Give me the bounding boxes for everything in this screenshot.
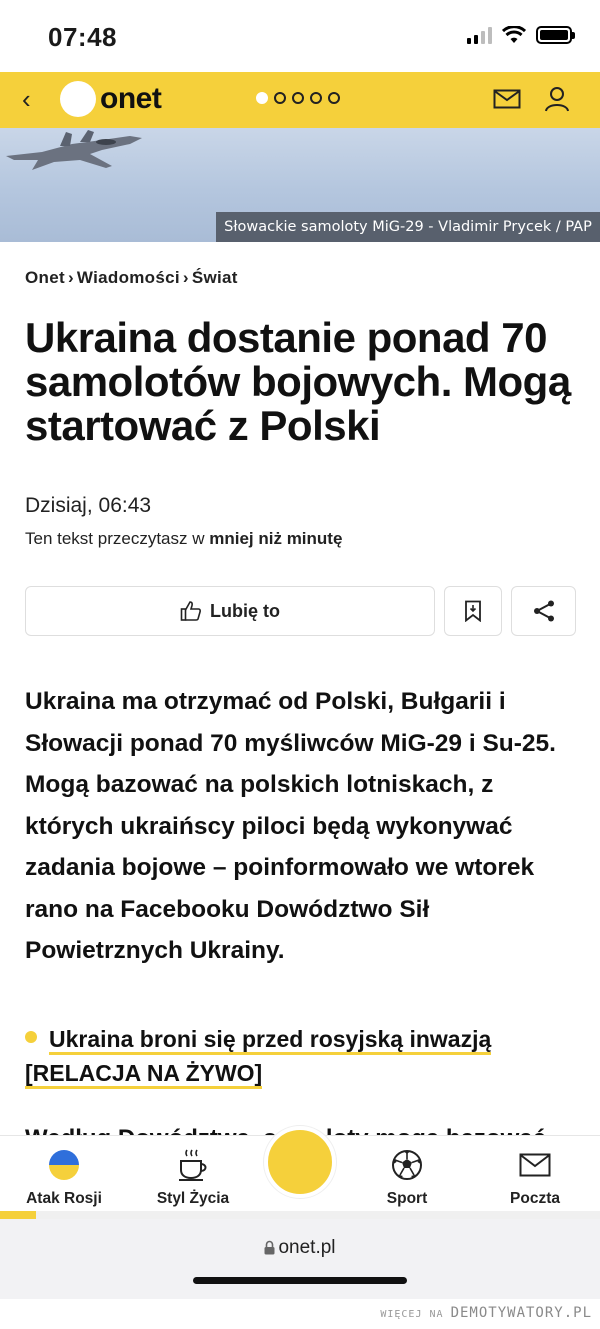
home-indicator[interactable] <box>193 1277 407 1284</box>
nav-label: Atak Rosji <box>26 1190 102 1207</box>
nav-label: Sport <box>386 1190 428 1207</box>
nav-item-atak-rosji[interactable]: Atak Rosji <box>4 1148 124 1208</box>
watermark-site: DEMOTYWATORY.PL <box>450 1305 592 1321</box>
thumbs-up-icon <box>180 601 201 621</box>
hero-image[interactable]: Słowackie samoloty MiG-29 - Vladimir Pry… <box>0 128 600 242</box>
status-icons <box>467 26 575 44</box>
browser-url-bar[interactable]: onet.pl <box>0 1219 600 1299</box>
mail-icon[interactable] <box>493 89 521 109</box>
breadcrumb-separator: › <box>182 268 189 287</box>
status-bar: 07:48 <box>0 0 600 72</box>
nav-item-styl-zycia[interactable]: Styl Życia <box>133 1148 253 1208</box>
url-display[interactable]: onet.pl <box>0 1237 600 1259</box>
url-text: onet.pl <box>278 1237 336 1258</box>
bookmark-button[interactable] <box>444 586 502 636</box>
breadcrumb-item-wiadomosci[interactable]: Wiadomości <box>77 268 180 287</box>
read-time-prefix: Ten tekst przeczytasz w <box>25 529 210 548</box>
read-time: Ten tekst przeczytasz w mniej niż minutę <box>25 529 342 549</box>
lock-icon <box>264 1240 275 1255</box>
breadcrumb-separator: › <box>67 268 74 287</box>
wifi-icon <box>502 26 526 43</box>
article-title: Ukraina dostanie ponad 70 samolotów bojo… <box>25 314 571 449</box>
like-button[interactable]: Lubię to <box>25 586 435 636</box>
nav-label: Styl Życia <box>156 1190 230 1207</box>
share-button[interactable] <box>511 586 576 636</box>
bottom-nav: Atak Rosji Styl Życia Sport Poczta <box>0 1126 600 1211</box>
bookmark-icon <box>465 600 481 622</box>
like-label: Lubię to <box>210 600 280 621</box>
status-time: 07:48 <box>48 22 117 52</box>
breadcrumb-item-onet[interactable]: Onet <box>25 268 65 287</box>
logo-text: onet <box>100 82 162 115</box>
read-time-value: mniej niż minutę <box>209 529 343 548</box>
onet-logo[interactable]: onet <box>60 81 162 117</box>
page-dot[interactable] <box>292 92 304 104</box>
battery-icon <box>536 26 575 44</box>
related-link-text[interactable]: Ukraina broni się przed rosyjską inwazją… <box>25 1026 492 1089</box>
nav-item-sport[interactable]: Sport <box>347 1148 467 1208</box>
page-dot[interactable] <box>328 92 340 104</box>
reading-progress-bar <box>0 1211 600 1219</box>
watermark-strip: WIĘCEJ NA DEMOTYWATORY.PL <box>0 1299 600 1329</box>
fighter-jet-image <box>6 130 142 170</box>
nav-item-poczta[interactable]: Poczta <box>475 1148 595 1208</box>
breadcrumb: Onet › Wiadomości › Świat <box>25 268 238 288</box>
image-caption: Słowackie samoloty MiG-29 - Vladimir Pry… <box>216 212 600 242</box>
related-link[interactable]: Ukraina broni się przed rosyjską inwazją… <box>25 1022 580 1090</box>
user-icon[interactable] <box>544 86 570 112</box>
watermark-prefix: WIĘCEJ NA <box>380 1309 451 1320</box>
cellular-signal-icon <box>467 26 492 44</box>
article-date: Dzisiaj, 06:43 <box>25 494 152 517</box>
logo-circle <box>60 81 96 117</box>
page-dot[interactable] <box>274 92 286 104</box>
coffee-cup-icon <box>179 1149 207 1181</box>
app-header: ‹ onet <box>0 72 600 128</box>
article-lead: Ukraina ma otrzymać od Polski, Bułgarii … <box>25 688 556 964</box>
article-actions: Lubię to <box>25 586 576 636</box>
ukraine-flag-icon <box>49 1150 79 1180</box>
page-dots <box>256 92 340 104</box>
reading-progress-fill <box>0 1211 36 1219</box>
page-dot-active[interactable] <box>256 92 268 104</box>
mail-icon <box>519 1153 551 1177</box>
nav-label: Poczta <box>510 1190 560 1207</box>
share-icon <box>533 600 554 622</box>
soccer-ball-icon <box>392 1150 422 1180</box>
back-chevron-icon[interactable]: ‹ <box>22 86 31 112</box>
watermark: WIĘCEJ NA DEMOTYWATORY.PL <box>380 1305 592 1321</box>
page-dot[interactable] <box>310 92 322 104</box>
bullet-icon <box>25 1031 37 1043</box>
breadcrumb-item-swiat[interactable]: Świat <box>192 268 238 287</box>
onet-center-button[interactable] <box>264 1126 336 1198</box>
